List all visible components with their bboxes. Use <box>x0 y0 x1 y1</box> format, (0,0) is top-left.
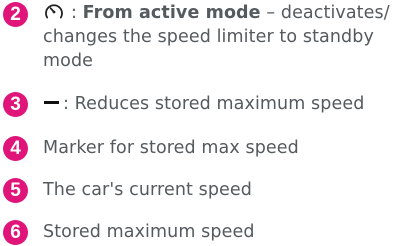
item-description: : Reduces stored maximum speed <box>43 92 411 116</box>
minus-icon <box>44 101 59 104</box>
dash: – <box>266 3 276 23</box>
colon: : <box>71 3 77 23</box>
item-text: Reduces stored maximum speed <box>74 94 365 114</box>
callout-number-badge: 4 <box>3 136 28 161</box>
colon: : <box>63 94 69 114</box>
item-description: Stored maximum speed <box>43 220 411 244</box>
gauge-icon <box>45 4 63 19</box>
item-text: The car's current speed <box>43 180 253 200</box>
item-description: Marker for stored max speed <box>43 136 411 160</box>
item-description: : From active mode – deactivates/ change… <box>43 1 411 73</box>
callout-number-badge: 5 <box>3 178 28 203</box>
callout-number-badge: 6 <box>3 220 28 245</box>
item-bold-label: From active mode <box>82 3 261 23</box>
item-text: Marker for stored max speed <box>43 138 299 158</box>
item-text: Stored maximum speed <box>43 222 255 242</box>
item-description: The car's current speed <box>43 178 411 202</box>
callout-number-badge: 3 <box>3 92 28 117</box>
callout-number-badge: 2 <box>3 2 28 27</box>
